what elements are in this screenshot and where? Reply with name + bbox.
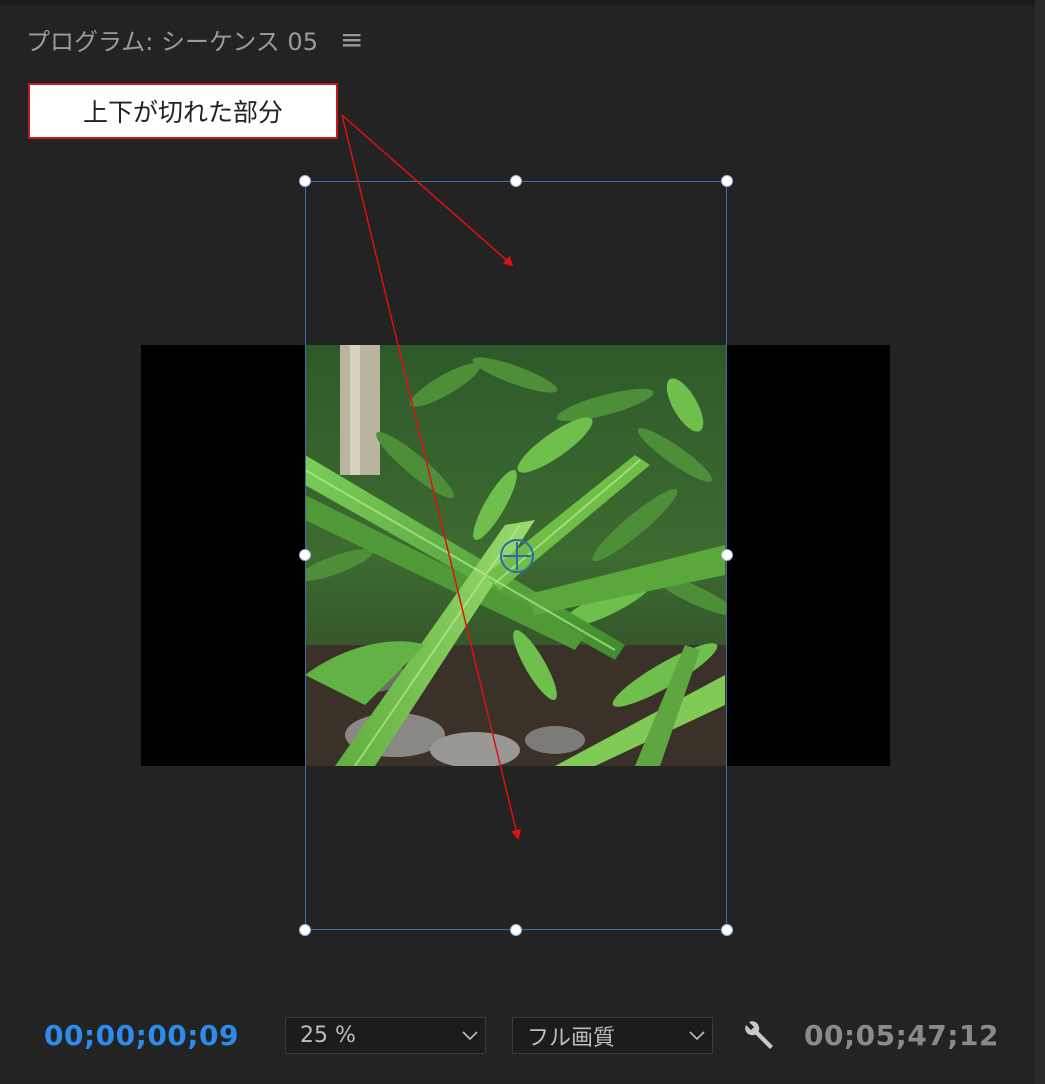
resize-handle-bottom-left[interactable] [299,924,311,936]
resize-handle-top-left[interactable] [299,175,311,187]
current-timecode[interactable]: 00;00;00;09 [44,1019,239,1052]
chevron-down-icon [455,1017,485,1054]
panel-title[interactable]: プログラム: シーケンス 05 [26,22,318,57]
panel-right-border [1035,0,1045,1084]
wrench-icon[interactable] [743,1018,777,1052]
annotation-callout: 上下が切れた部分 [28,83,338,139]
playback-quality-select[interactable]: フル画質 [512,1017,713,1054]
duration-timecode: 00;05;47;12 [804,1019,999,1052]
resize-handle-bottom-right[interactable] [721,924,733,936]
resize-handle-top-center[interactable] [510,175,522,187]
resize-handle-bottom-center[interactable] [510,924,522,936]
resize-handle-middle-left[interactable] [299,549,311,561]
chevron-down-icon [682,1017,712,1054]
zoom-level-select[interactable]: 25 % [285,1017,486,1054]
panel-top-border [0,0,1045,5]
zoom-level-value: 25 % [300,1023,356,1048]
playback-quality-value: フル画質 [527,1025,616,1051]
hamburger-menu-icon[interactable]: ≡ [340,26,363,54]
resize-handle-middle-right[interactable] [721,549,733,561]
resize-handle-top-right[interactable] [721,175,733,187]
anchor-point-icon[interactable] [499,538,535,574]
